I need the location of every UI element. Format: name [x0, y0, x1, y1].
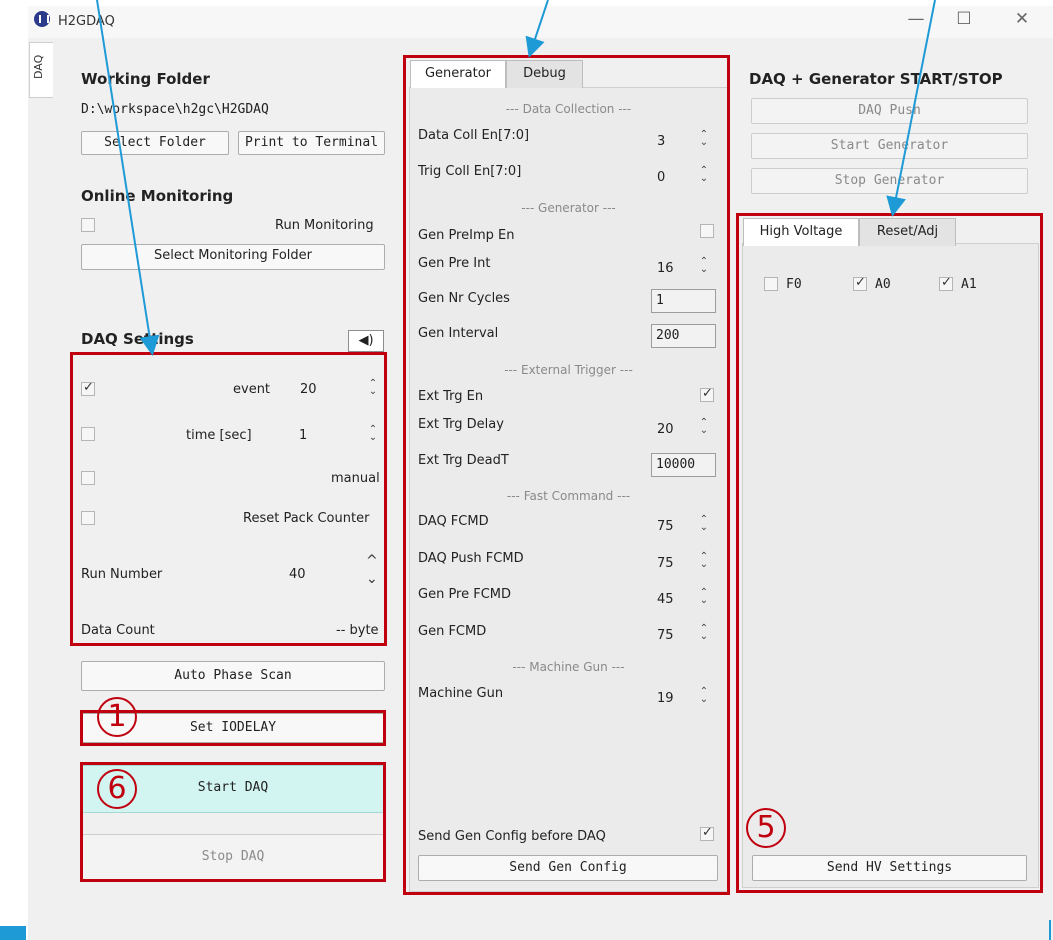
annotation-arrows	[96, 0, 936, 356]
arrow-to-reset-adj-tab	[886, 0, 936, 217]
arrow-to-daq-settings	[96, 0, 160, 356]
arrow-to-generator-tab	[525, 0, 549, 58]
